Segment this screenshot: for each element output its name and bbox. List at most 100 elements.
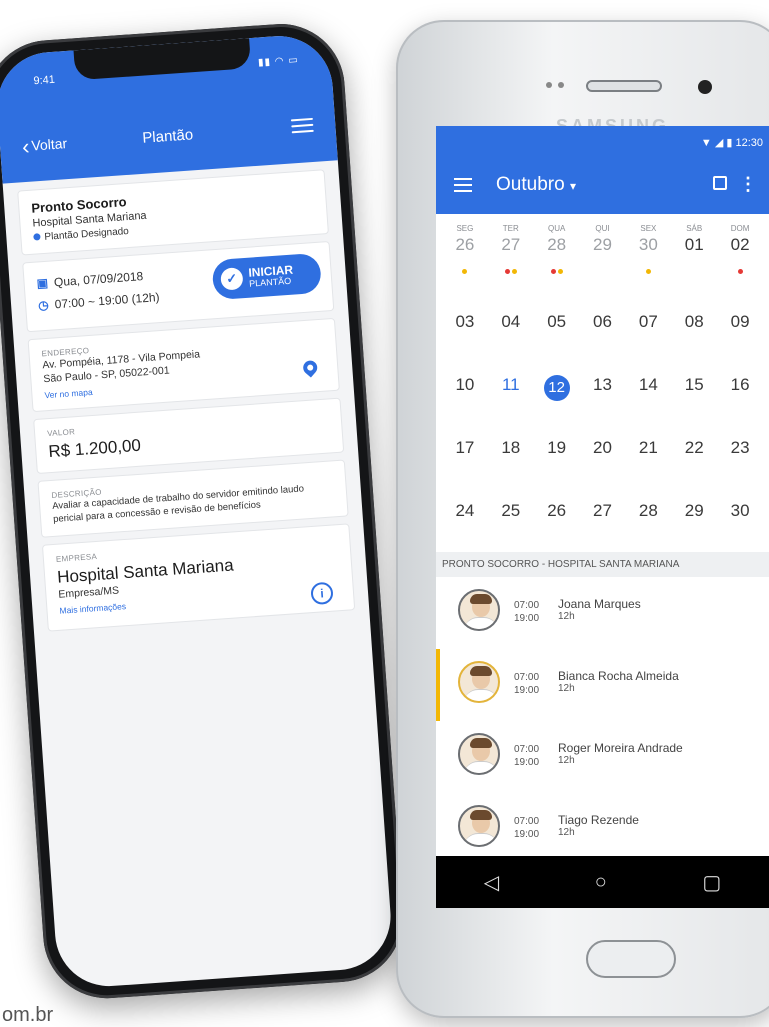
calendar-day[interactable]: 17 [442,420,488,483]
day-number: 27 [501,235,521,254]
sensor-icon [546,82,552,88]
day-number: 30 [730,501,750,520]
home-button[interactable] [586,940,676,978]
calendar-day[interactable]: 10 [442,357,488,420]
month-selector[interactable]: Outubro ▾ [496,174,576,196]
calendar-day[interactable]: TER 27 [488,220,534,294]
menu-icon[interactable] [290,114,314,137]
more-options-icon[interactable]: ⋮ [739,174,757,195]
day-of-week-label: DOM [730,224,750,233]
calendar-day[interactable]: SEX 30 [625,220,671,294]
calendar-day[interactable]: 16 [717,357,763,420]
day-number: 02 [730,235,750,254]
calendar-day[interactable]: QUA 28 [534,220,580,294]
calendar-day[interactable]: 24 [442,483,488,546]
calendar-day[interactable]: SEG 26 [442,220,488,294]
front-camera [698,80,712,94]
section-header: PRONTO SOCORRO - HOSPITAL SANTA MARIANA [436,552,769,577]
day-of-week-label: QUI [595,224,610,233]
calendar-day[interactable]: 11 [488,357,534,420]
calendar-day[interactable]: DOM 02 [717,220,763,294]
calendar-day[interactable]: QUI 29 [580,220,626,294]
start-shift-button[interactable]: ✓ INICIAR PLANTÃO [211,252,323,301]
doctor-name: Roger Moreira Andrade [558,741,683,755]
event-dots [580,259,626,267]
home-nav-icon[interactable]: ○ [595,871,607,894]
day-number: 04 [501,312,521,331]
day-number: 13 [593,375,612,394]
recents-nav-icon[interactable]: ▢ [702,870,721,895]
footer-url-fragment: om.br [2,1004,54,1026]
day-number: 28 [547,235,567,254]
calendar-day[interactable]: 20 [580,420,626,483]
day-of-week-label: TER [502,224,519,233]
start-shift-sublabel: PLANTÃO [248,275,292,289]
info-icon[interactable]: i [310,581,334,606]
day-number: 22 [684,438,704,457]
android-nav-bar: ◁ ○ ▢ [436,856,769,908]
dropdown-arrow-icon: ▾ [569,179,576,193]
calendar-day[interactable]: 26 [534,483,580,546]
event-dot-icon [504,269,510,274]
day-of-week-label: SEG [456,224,474,233]
calendar-day[interactable]: 14 [625,357,671,420]
day-number: 08 [684,312,704,331]
hamburger-menu-icon[interactable] [454,174,472,196]
calendar-day[interactable]: 30 [717,483,763,546]
status-time: 9:41 [33,73,56,88]
event-dots [488,259,534,274]
shift-time-text: 07:00 ~ 19:00 (12h) [54,290,160,312]
day-number: 29 [684,501,704,520]
day-number: 09 [730,312,750,331]
calendar-day[interactable]: 22 [671,420,717,483]
android-screen: ▼ ◢ ▮ 12:30 Outubro ▾ ⋮ SEG 26 TER 27 QUA 28 Q… [436,126,769,908]
calendar-day[interactable]: 27 [580,483,626,546]
day-number: 06 [593,312,612,331]
day-number: 20 [593,438,612,457]
calendar-day[interactable]: 09 [717,294,763,357]
calendar-day[interactable]: SÁB 01 [671,220,717,294]
day-number: 05 [547,312,567,331]
shift-list-item[interactable]: 07:00 19:00 Roger Moreira Andrade 12h [436,721,769,793]
calendar-day[interactable]: 19 [534,420,580,483]
calendar-day[interactable]: 15 [671,357,717,420]
day-number: 16 [730,375,750,394]
calendar-day-selected[interactable]: 12 [534,357,580,420]
calendar-day[interactable]: 13 [580,357,626,420]
calendar-day[interactable]: 05 [534,294,580,357]
event-dots [625,259,671,274]
shift-list-item[interactable]: 07:00 19:00 Tiago Rezende 12h [436,793,769,865]
calendar-day[interactable]: 04 [488,294,534,357]
status-text: Plantão Designado [44,225,130,243]
event-dot-icon [645,269,651,274]
shift-times: 07:00 19:00 [514,599,539,625]
shift-end: 19:00 [514,685,540,696]
day-of-week-label: SEX [640,224,657,233]
shift-end: 19:00 [514,757,540,768]
day-number: 11 [501,375,520,394]
calendar-day[interactable]: 03 [442,294,488,357]
calendar-day[interactable]: 21 [625,420,671,483]
shift-list-item[interactable]: 07:00 19:00 Joana Marques 12h [436,577,769,649]
calendar-day[interactable]: 25 [488,483,534,546]
shift-duration: 12h [558,755,575,766]
iphone-screen: 9:41 ▮▮ ◠ ▭ ‹Voltar Plantão Pronto Socor… [0,32,395,990]
doctor-avatar [458,661,500,703]
calendar-day[interactable]: 07 [625,294,671,357]
calendar-week-row: 17 18 19 20 21 22 23 [442,420,763,483]
shift-end: 19:00 [514,613,540,624]
calendar-day[interactable]: 18 [488,420,534,483]
calendar-day[interactable]: 29 [671,483,717,546]
calendar-today-icon[interactable] [713,176,727,190]
day-of-week-label: SÁB [686,224,703,233]
back-nav-icon[interactable]: ◁ [484,870,499,895]
shift-list-item[interactable]: 07:00 19:00 Bianca Rocha Almeida 12h [436,649,769,721]
doctor-avatar [458,805,500,847]
shift-duration: 12h [558,827,575,838]
calendar-day[interactable]: 08 [671,294,717,357]
event-dots [442,259,488,274]
calendar-day[interactable]: 23 [717,420,763,483]
day-number: 24 [455,501,475,520]
calendar-day[interactable]: 28 [625,483,671,546]
calendar-day[interactable]: 06 [580,294,626,357]
